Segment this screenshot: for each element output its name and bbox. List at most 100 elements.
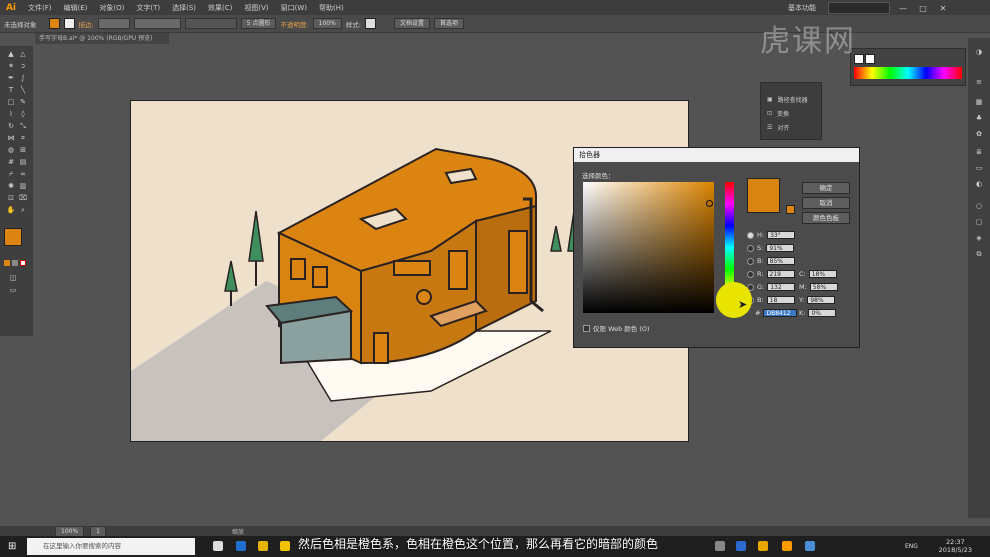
menu-select[interactable]: 选择(S) [166,3,202,13]
brush-definition-field[interactable] [184,18,237,29]
stroke-icon[interactable]: ≣ [974,148,984,156]
gradient-tool-icon[interactable]: ▤ [18,158,28,166]
hand-tool-icon[interactable]: ✋ [6,206,16,214]
blue-field[interactable]: 18 [766,296,795,304]
stroke-label[interactable]: 描边: [79,19,94,29]
magic-wand-icon[interactable]: ✶ [6,62,16,70]
swatches-button[interactable]: 颜色色板 [802,212,850,224]
web-safe-warning-icon[interactable] [786,205,795,214]
workspace-switcher[interactable]: 基本功能 [782,3,822,13]
dialog-title[interactable]: 拾色器 [574,148,859,162]
variable-width-field[interactable] [133,18,181,29]
color-mode-icon[interactable] [4,260,10,266]
scale-tool-icon[interactable]: ⤡ [18,122,28,130]
eraser-tool-icon[interactable]: ◊ [18,110,28,118]
graph-tool-icon[interactable]: ▥ [18,182,28,190]
none-mode-icon[interactable] [20,260,26,266]
black-field[interactable]: 0% [808,309,837,317]
appearance-icon[interactable]: ○ [974,202,984,210]
hue-field[interactable]: 33° [767,231,796,239]
gradient-mode-icon[interactable] [12,260,18,266]
red-radio[interactable] [747,270,754,278]
symbols-icon[interactable]: ✿ [974,130,984,138]
artboards-icon[interactable]: ⧉ [974,250,984,258]
properties-icon[interactable]: ≡ [974,78,984,86]
panel-item-transform[interactable]: ⊡ 变换 [767,109,789,118]
draw-mode-icon[interactable]: ◫ [8,274,18,282]
eyedropper-tool-icon[interactable]: ⌿ [6,170,16,178]
rectangle-tool-icon[interactable]: □ [6,98,16,106]
perspective-grid-icon[interactable]: ⊞ [18,146,28,154]
task-view-icon[interactable] [213,541,223,551]
opacity-label[interactable]: 不透明度: [280,19,308,29]
pen-tool-icon[interactable]: ✒ [6,74,16,82]
lasso-tool-icon[interactable]: ↄ [18,62,28,70]
width-tool-icon[interactable]: ⋈ [6,134,16,142]
artboard-nav[interactable]: 1 [90,525,106,537]
menu-file[interactable]: 文件(F) [22,3,58,13]
illustrator-icon[interactable] [782,541,792,551]
gradient-icon[interactable]: ▭ [974,164,984,172]
direct-selection-tool-icon[interactable]: △ [18,50,28,58]
color-spectrum-bar[interactable] [854,67,962,79]
fill-color-icon[interactable] [4,228,22,246]
ok-button[interactable]: 确定 [802,182,850,194]
tray-app-icon[interactable] [715,541,725,551]
language-indicator[interactable]: ENG [905,543,918,550]
slice-tool-icon[interactable]: ⌧ [18,194,28,202]
explorer-icon[interactable] [280,541,290,551]
graphic-styles-icon[interactable]: ▢ [974,218,984,226]
yellow-field[interactable]: 98% [807,296,836,304]
tray-app-3-icon[interactable] [805,541,815,551]
menu-view[interactable]: 视图(V) [238,3,274,13]
color-selector-ring[interactable] [706,200,713,207]
document-tab[interactable]: 手写字母B.ai* @ 100% (RGB/GPU 预览) [35,33,169,44]
free-transform-icon[interactable]: ⌗ [18,134,28,142]
web-only-checkbox[interactable] [583,324,590,332]
magenta-field[interactable]: 58% [809,283,838,291]
green-field[interactable]: 132 [767,283,796,291]
pencil-tool-icon[interactable]: ✎ [18,98,28,106]
brightness-radio[interactable] [747,257,754,265]
clock[interactable]: 22:37 2018/5/23 [939,538,972,554]
line-tool-icon[interactable]: ╲ [18,86,28,94]
menu-type[interactable]: 文字(T) [130,3,166,13]
chrome-tray-icon[interactable] [758,541,768,551]
artboard-tool-icon[interactable]: ⊡ [6,194,16,202]
chrome-icon[interactable] [258,541,268,551]
selection-tool-icon[interactable]: ▲ [6,50,16,58]
taskbar-search-input[interactable]: 在这里输入你要搜索的内容 [27,538,195,555]
symbol-sprayer-icon[interactable]: ✺ [6,182,16,190]
layers-icon[interactable]: ◈ [974,234,984,242]
fill-swatch[interactable] [48,18,60,29]
red-field[interactable]: 219 [766,270,795,278]
start-icon[interactable]: ⊞ [8,541,16,552]
close-button[interactable]: ✕ [936,4,950,13]
paintbrush-tool-icon[interactable]: ⌇ [6,110,16,118]
cyan-field[interactable]: 18% [808,270,837,278]
edge-icon[interactable] [236,541,246,551]
style-swatch[interactable] [365,18,376,29]
type-tool-icon[interactable]: T [6,86,16,94]
saturation-brightness-field[interactable] [583,182,714,313]
tray-app-2-icon[interactable] [736,541,746,551]
menu-help[interactable]: 帮助(H) [313,3,350,13]
color-guide-icon[interactable]: ◑ [974,48,984,56]
mesh-tool-icon[interactable]: # [6,158,16,166]
saturation-radio[interactable] [747,244,754,252]
swatches-icon[interactable]: ▦ [974,98,984,106]
blend-tool-icon[interactable]: ∞ [18,170,28,178]
curvature-tool-icon[interactable]: ∫ [18,74,28,82]
saturation-field[interactable]: 91% [766,244,795,252]
menu-window[interactable]: 窗口(W) [275,3,313,13]
stroke-swatch[interactable] [63,18,75,29]
opacity-field[interactable]: 100% [312,18,342,29]
menu-edit[interactable]: 编辑(E) [58,3,94,13]
minimize-button[interactable]: — [896,4,910,13]
zoom-tool-icon[interactable]: ⌕ [18,206,28,214]
menu-object[interactable]: 对象(O) [93,3,130,13]
shape-builder-icon[interactable]: ◍ [6,146,16,154]
hex-field[interactable]: DB8412 [763,309,798,317]
cancel-button[interactable]: 取消 [802,197,850,209]
panel-item-pathfinder[interactable]: ▣ 路径查找器 [767,95,808,104]
